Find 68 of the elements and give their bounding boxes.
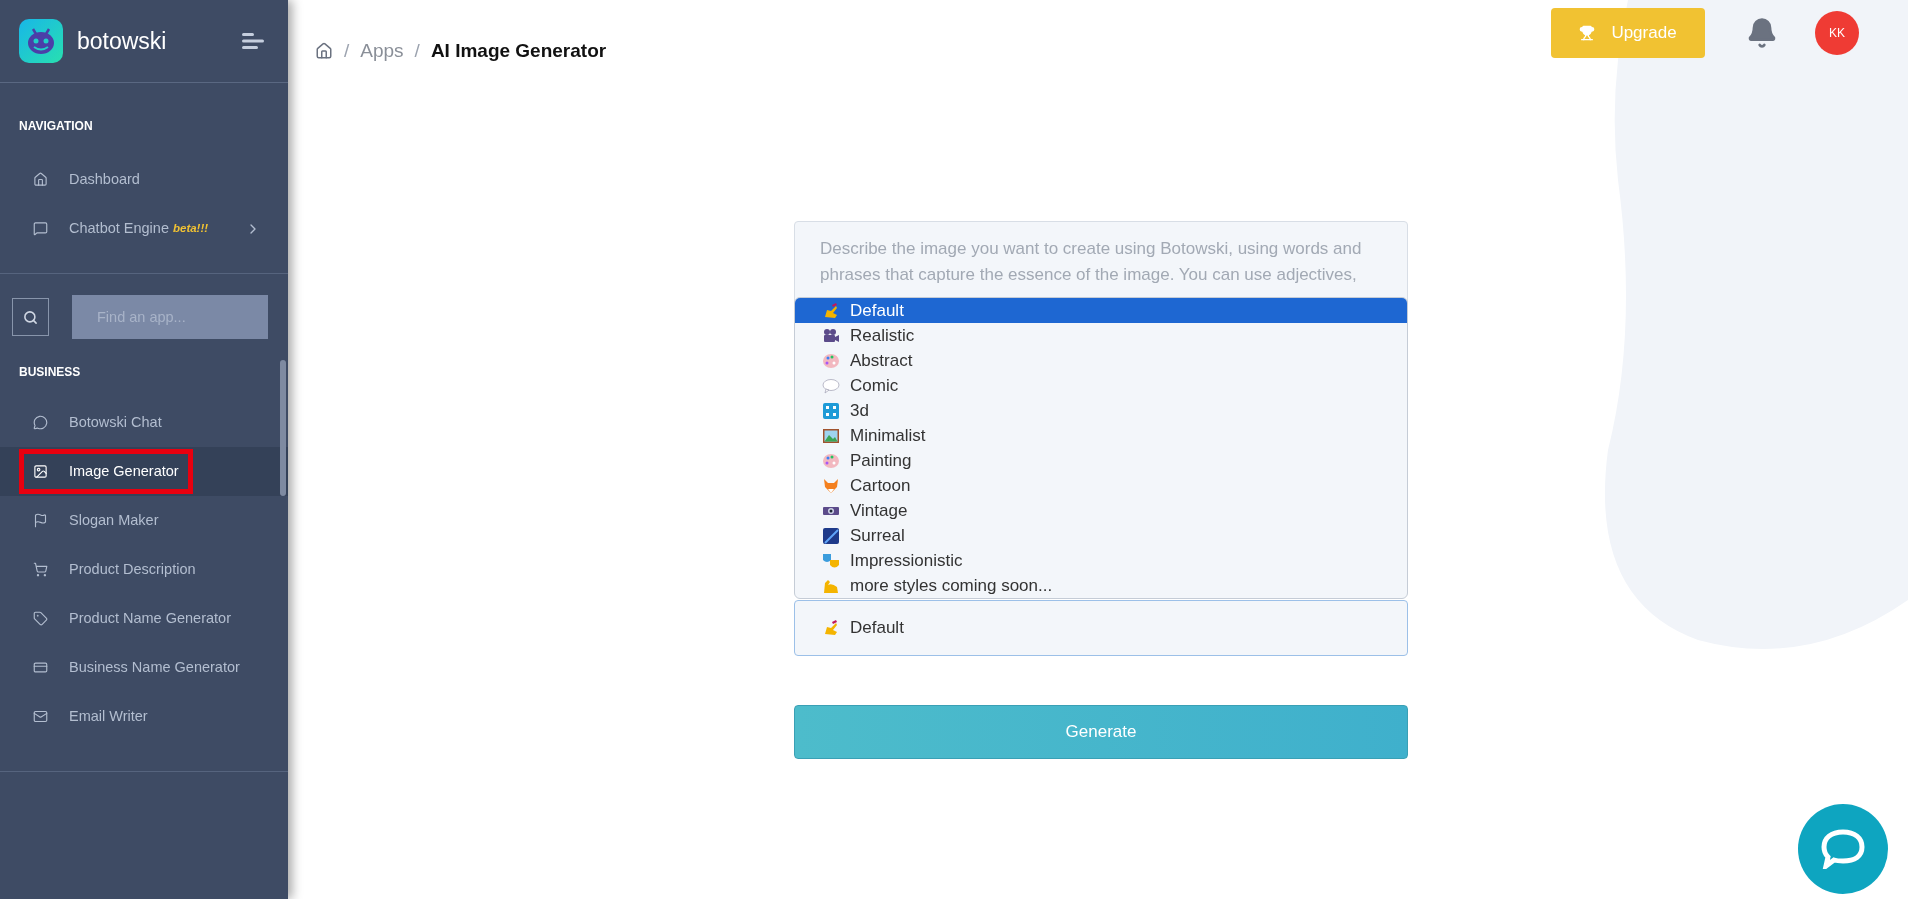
- item-label: Business Name Generator: [69, 657, 240, 677]
- home-icon: [33, 172, 48, 187]
- image-icon: [33, 464, 48, 479]
- item-label: Botowski Chat: [69, 412, 162, 432]
- dropdown-option[interactable]: Vintage: [795, 498, 1407, 523]
- search-icon: [23, 309, 38, 325]
- breadcrumb-separator: /: [344, 39, 350, 63]
- dropdown-option[interactable]: Minimalist: [795, 423, 1407, 448]
- camera-icon: [822, 505, 840, 516]
- sidebar-item[interactable]: Business Name Generator: [0, 643, 288, 692]
- item-label: Dashboard: [69, 169, 140, 189]
- item-label: Product Description: [69, 559, 196, 579]
- brand-name: botowski: [77, 26, 167, 56]
- home-icon[interactable]: [315, 42, 333, 61]
- item-label: Slogan Maker: [69, 510, 159, 530]
- palette-icon: [822, 451, 840, 470]
- cart-icon: [33, 562, 48, 577]
- beta-label: beta!!!: [172, 220, 209, 236]
- masks-icon: [822, 551, 840, 570]
- fox-icon: [822, 476, 840, 495]
- palette-icon: [822, 351, 840, 370]
- item-label: Product Name Generator: [69, 608, 231, 628]
- hand-icon: [822, 301, 840, 320]
- dropdown-option[interactable]: Impressionistic: [795, 548, 1407, 573]
- breadcrumb-separator: /: [414, 39, 420, 63]
- sidebar-item[interactable]: Email Writer: [0, 692, 288, 741]
- dropdown-option[interactable]: Default: [795, 298, 1407, 323]
- sidebar-item[interactable]: Chatbot Engine beta!!!: [0, 204, 288, 253]
- card-icon: [33, 660, 48, 675]
- dropdown-option[interactable]: Surreal: [795, 523, 1407, 548]
- menu-icon[interactable]: [242, 33, 264, 49]
- sidebar-item[interactable]: Product Description: [0, 545, 288, 594]
- message-icon: [33, 221, 48, 236]
- dropdown-option[interactable]: Cartoon: [795, 473, 1407, 498]
- dropdown-option[interactable]: Realistic: [795, 323, 1407, 348]
- item-label: Email Writer: [69, 706, 148, 726]
- dropdown-option[interactable]: Abstract: [795, 348, 1407, 373]
- scrollbar[interactable]: [280, 360, 286, 496]
- page-title: AI Image Generator: [430, 39, 607, 63]
- dropdown-option[interactable]: more styles coming soon...: [795, 573, 1407, 598]
- dropdown-option[interactable]: 3d: [795, 398, 1407, 423]
- landscape-icon: [822, 426, 840, 445]
- flag-icon: [33, 513, 48, 528]
- item-label: Chatbot Engine: [69, 218, 169, 238]
- tag-icon: [33, 611, 48, 626]
- chat-bubble-icon: [1821, 829, 1865, 869]
- item-label: Image Generator: [69, 461, 179, 481]
- robot-logo-icon: [19, 19, 63, 63]
- sidebar-item[interactable]: Dashboard: [0, 155, 288, 204]
- sidebar-item[interactable]: Botowski Chat: [0, 398, 288, 447]
- dropdown-option[interactable]: Painting: [795, 448, 1407, 473]
- search-button[interactable]: [12, 298, 49, 336]
- trophy-icon: [1579, 25, 1596, 41]
- night-sky-tile-icon: [822, 526, 840, 545]
- number-tile-icon: [822, 401, 840, 420]
- sidebar-item[interactable]: Product Name Generator: [0, 594, 288, 643]
- chat-bubble-icon: [33, 415, 48, 430]
- sidebar-item[interactable]: Image Generator: [0, 447, 288, 496]
- hand-icon: [822, 619, 840, 637]
- bell-icon[interactable]: [1746, 17, 1778, 49]
- section-heading: NAVIGATION: [18, 118, 94, 135]
- section-heading: BUSINESS: [18, 364, 82, 381]
- sidebar-item[interactable]: Slogan Maker: [0, 496, 288, 545]
- camera-icon: [822, 326, 840, 345]
- speech-bubble-icon: [822, 376, 840, 395]
- mail-icon: [33, 709, 48, 724]
- dropdown-option[interactable]: Comic: [795, 373, 1407, 398]
- style-select[interactable]: Default: [794, 600, 1408, 656]
